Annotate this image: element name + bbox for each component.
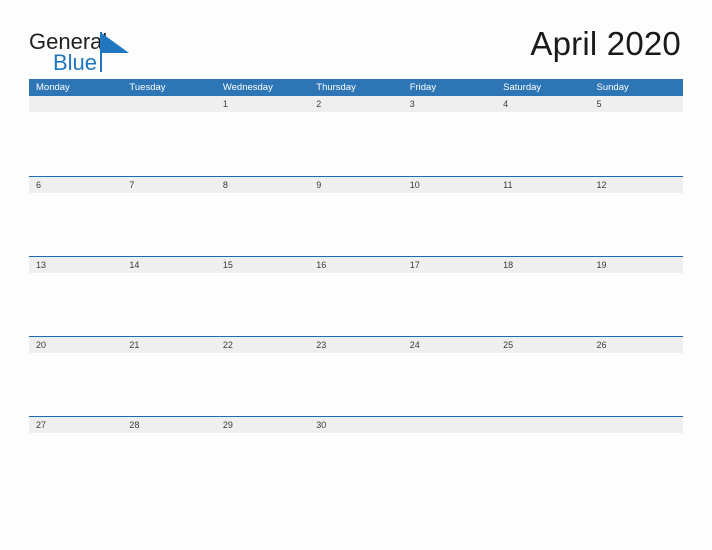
day-number[interactable] (122, 96, 215, 112)
day-number[interactable] (496, 417, 589, 433)
weekday-header-friday: Friday (409, 82, 437, 93)
week-note-area (29, 113, 683, 176)
day-note-cell[interactable] (216, 433, 309, 496)
day-note-cell[interactable] (590, 193, 683, 256)
day-number[interactable]: 11 (496, 177, 589, 193)
week-date-band: 6 7 8 9 10 11 12 (29, 177, 683, 193)
day-number[interactable]: 10 (403, 177, 496, 193)
week-date-band: 20 21 22 23 24 25 26 (29, 337, 683, 353)
day-note-cell[interactable] (309, 113, 402, 176)
day-number[interactable]: 29 (216, 417, 309, 433)
week-date-band: 27 28 29 30 (29, 417, 683, 433)
day-number[interactable]: 26 (590, 337, 683, 353)
day-note-cell[interactable] (122, 113, 215, 176)
calendar-week-row: 13 14 15 16 17 18 19 (29, 256, 683, 336)
day-note-cell[interactable] (122, 433, 215, 496)
day-number[interactable]: 19 (590, 257, 683, 273)
day-number[interactable]: 7 (122, 177, 215, 193)
page-title: April 2020 (530, 25, 681, 62)
day-number[interactable] (29, 96, 122, 112)
day-note-cell[interactable] (29, 193, 122, 256)
calendar-week-row: 20 21 22 23 24 25 26 (29, 336, 683, 416)
day-number[interactable]: 21 (122, 337, 215, 353)
day-number[interactable]: 4 (496, 96, 589, 112)
day-number[interactable]: 22 (216, 337, 309, 353)
day-note-cell[interactable] (403, 273, 496, 336)
day-number[interactable]: 12 (590, 177, 683, 193)
day-note-cell[interactable] (309, 433, 402, 496)
week-date-band: 1 2 3 4 5 (29, 96, 683, 112)
day-number[interactable]: 25 (496, 337, 589, 353)
day-note-cell[interactable] (403, 433, 496, 496)
day-note-cell[interactable] (216, 193, 309, 256)
week-note-area (29, 193, 683, 256)
calendar-weekday-header: Monday Tuesday Wednesday Thursday Friday… (29, 79, 683, 96)
day-number[interactable]: 13 (29, 257, 122, 273)
calendar-week-row: 27 28 29 30 (29, 416, 683, 496)
day-note-cell[interactable] (29, 353, 122, 416)
day-number[interactable] (590, 417, 683, 433)
day-number[interactable]: 23 (309, 337, 402, 353)
page-header: General Blue April 2020 (0, 0, 712, 78)
day-number[interactable] (403, 417, 496, 433)
weekday-header-wednesday: Wednesday (222, 82, 273, 93)
day-note-cell[interactable] (403, 353, 496, 416)
day-number[interactable]: 6 (29, 177, 122, 193)
day-note-cell[interactable] (496, 433, 589, 496)
day-note-cell[interactable] (216, 353, 309, 416)
week-note-area (29, 273, 683, 336)
day-number[interactable]: 18 (496, 257, 589, 273)
weekday-header-thursday: Thursday (316, 82, 356, 93)
day-number[interactable]: 15 (216, 257, 309, 273)
day-number[interactable]: 28 (122, 417, 215, 433)
day-note-cell[interactable] (496, 193, 589, 256)
day-note-cell[interactable] (122, 273, 215, 336)
day-note-cell[interactable] (590, 113, 683, 176)
day-number[interactable]: 14 (122, 257, 215, 273)
day-note-cell[interactable] (309, 273, 402, 336)
week-note-area (29, 353, 683, 416)
brand-name-blue: Blue (53, 50, 98, 75)
day-note-cell[interactable] (122, 193, 215, 256)
day-number[interactable]: 17 (403, 257, 496, 273)
brand-logo[interactable]: General Blue (29, 31, 189, 75)
day-note-cell[interactable] (29, 113, 122, 176)
blue-triangle-flag-icon (100, 32, 129, 53)
weekday-header-sunday: Sunday (596, 82, 629, 93)
calendar-week-row: 1 2 3 4 5 (29, 96, 683, 176)
day-note-cell[interactable] (496, 353, 589, 416)
day-note-cell[interactable] (216, 113, 309, 176)
day-note-cell[interactable] (496, 113, 589, 176)
weekday-header-tuesday: Tuesday (129, 82, 166, 93)
day-note-cell[interactable] (590, 353, 683, 416)
day-number[interactable]: 5 (590, 96, 683, 112)
day-note-cell[interactable] (403, 113, 496, 176)
day-number[interactable]: 20 (29, 337, 122, 353)
calendar-grid: Monday Tuesday Wednesday Thursday Friday… (29, 79, 683, 496)
day-number[interactable]: 8 (216, 177, 309, 193)
day-number[interactable]: 1 (216, 96, 309, 112)
day-note-cell[interactable] (496, 273, 589, 336)
week-date-band: 13 14 15 16 17 18 19 (29, 257, 683, 273)
day-note-cell[interactable] (309, 193, 402, 256)
day-note-cell[interactable] (590, 273, 683, 336)
weekday-header-monday: Monday (36, 82, 70, 93)
day-number[interactable]: 27 (29, 417, 122, 433)
day-number[interactable]: 3 (403, 96, 496, 112)
day-note-cell[interactable] (590, 433, 683, 496)
day-number[interactable]: 30 (309, 417, 402, 433)
day-note-cell[interactable] (403, 193, 496, 256)
week-note-area (29, 433, 683, 496)
day-number[interactable]: 2 (309, 96, 402, 112)
day-note-cell[interactable] (29, 273, 122, 336)
day-note-cell[interactable] (216, 273, 309, 336)
day-number[interactable]: 9 (309, 177, 402, 193)
weekday-header-saturday: Saturday (503, 82, 542, 93)
day-note-cell[interactable] (309, 353, 402, 416)
day-note-cell[interactable] (122, 353, 215, 416)
day-number[interactable]: 16 (309, 257, 402, 273)
day-note-cell[interactable] (29, 433, 122, 496)
day-number[interactable]: 24 (403, 337, 496, 353)
calendar-week-row: 6 7 8 9 10 11 12 (29, 176, 683, 256)
